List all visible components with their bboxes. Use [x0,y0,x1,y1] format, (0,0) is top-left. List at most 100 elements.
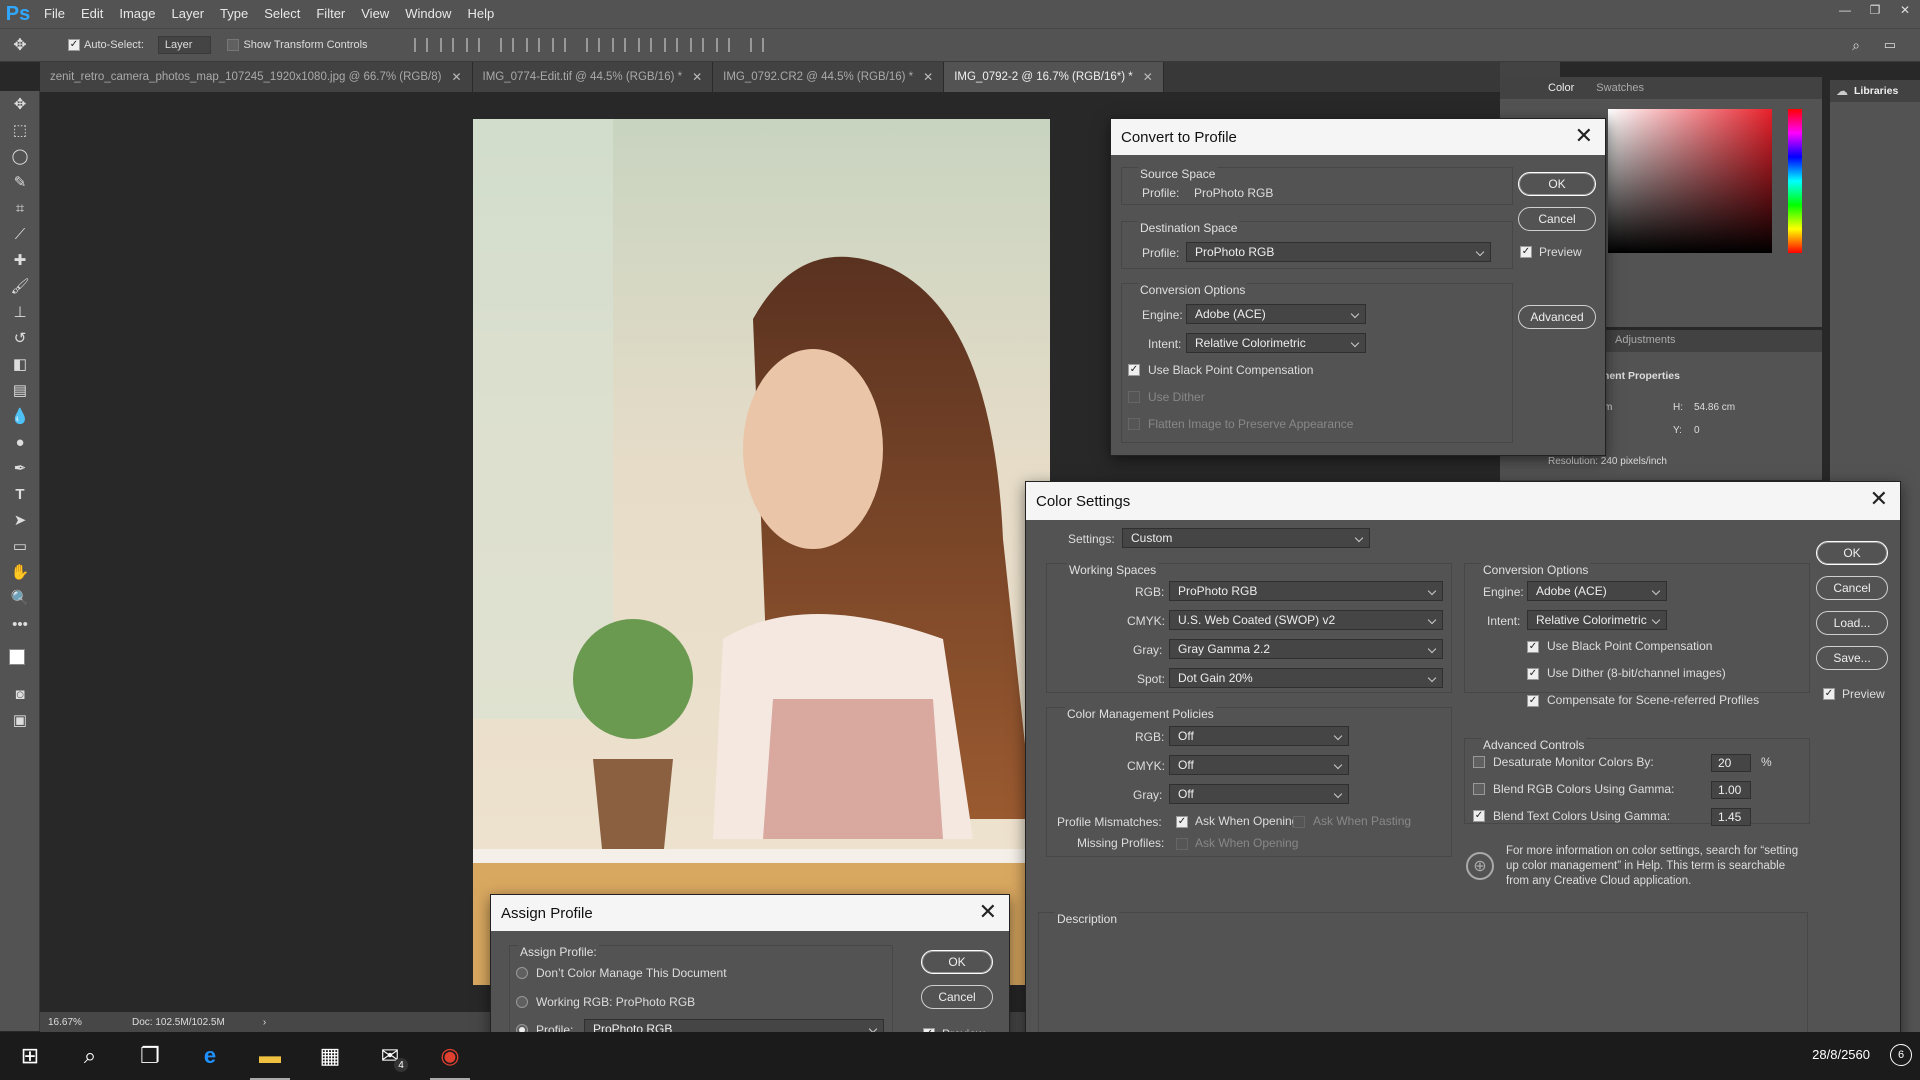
minimize-icon[interactable]: — [1830,0,1860,20]
notification-icon[interactable]: 6 [1890,1044,1912,1066]
tab-doc-1[interactable]: zenit_retro_camera_photos_map_107245_192… [40,62,473,92]
dont-manage-radio[interactable] [516,967,528,979]
cancel-button[interactable]: Cancel [1518,207,1596,231]
cs-engine-dropdown[interactable]: Adobe (ACE) [1527,581,1667,601]
cs-preview-checkbox[interactable]: ✓ [1823,688,1835,700]
settings-dropdown[interactable]: Custom [1122,528,1370,548]
align-bottom-icon[interactable] [465,38,480,52]
ask-pasting-checkbox[interactable] [1293,816,1305,828]
marquee-tool-icon[interactable]: ⬚ [0,117,40,143]
h-value[interactable]: 54.86 cm [1694,402,1735,413]
engine-dropdown[interactable]: Adobe (ACE) [1186,304,1366,324]
quick-mask-icon[interactable]: ◙ [0,681,40,707]
pen-tool-icon[interactable]: ✒ [0,455,40,481]
store-icon[interactable]: ▦ [300,1032,360,1080]
color-swatches[interactable] [0,637,39,681]
distribute-top-icon[interactable] [585,38,600,52]
align-hcenter-icon[interactable] [525,38,540,52]
load-button[interactable]: Load... [1816,611,1888,635]
distribute-vcenter-icon[interactable] [611,38,626,52]
auto-align-icon[interactable] [749,38,764,52]
menu-type[interactable]: Type [212,0,256,28]
search-icon[interactable]: ⌕ [1852,37,1860,54]
close-icon[interactable]: ✕ [692,70,702,84]
ok-button[interactable]: OK [1816,541,1888,565]
hand-tool-icon[interactable]: ✋ [0,559,40,585]
blend-text-input[interactable]: 1.45 [1711,808,1751,826]
zoom-level[interactable]: 16.67% [48,1017,118,1028]
eraser-tool-icon[interactable]: ◧ [0,351,40,377]
preview-checkbox[interactable]: ✓ [1520,246,1532,258]
cs-dither-checkbox[interactable]: ✓ [1527,668,1539,680]
search-icon[interactable]: ⌕ [60,1032,120,1080]
policy-rgb-dropdown[interactable]: Off [1169,726,1349,746]
distribute-hcenter-icon[interactable] [689,38,704,52]
cancel-button[interactable]: Cancel [921,985,993,1009]
move-tool-icon[interactable]: ✥ [0,91,40,117]
blur-tool-icon[interactable]: 💧 [0,403,40,429]
ask-opening-checkbox[interactable]: ✓ [1176,816,1188,828]
missing-ask-checkbox[interactable] [1176,838,1188,850]
close-icon[interactable]: ✕ [1870,488,1888,510]
policy-cmyk-dropdown[interactable]: Off [1169,755,1349,775]
screen-mode-icon[interactable]: ▣ [0,707,40,733]
distribute-bottom-icon[interactable] [637,38,652,52]
close-icon[interactable]: ✕ [451,70,461,84]
ok-button[interactable]: OK [921,950,993,974]
path-select-icon[interactable]: ➤ [0,507,40,533]
blend-rgb-checkbox[interactable] [1473,783,1485,795]
policy-gray-dropdown[interactable]: Off [1169,784,1349,804]
tab-adjustments[interactable]: Adjustments [1615,334,1676,346]
stamp-tool-icon[interactable]: ⊥ [0,299,40,325]
menu-image[interactable]: Image [111,0,163,28]
hue-slider[interactable] [1788,109,1802,253]
tab-doc-4[interactable]: IMG_0792-2 @ 16.7% (RGB/16*) * ✕ [944,62,1164,92]
tab-swatches[interactable]: Swatches [1596,82,1644,94]
dither-checkbox[interactable] [1128,391,1140,403]
tab-doc-3[interactable]: IMG_0792.CR2 @ 44.5% (RGB/16) * ✕ [713,62,945,92]
move-tool-icon[interactable]: ✥ [0,35,40,55]
close-icon[interactable]: ✕ [1143,70,1153,84]
auto-select-dropdown[interactable]: Layer [157,36,212,54]
lasso-tool-icon[interactable]: ◯ [0,143,40,169]
cs-intent-dropdown[interactable]: Relative Colorimetric [1527,610,1667,630]
foreground-color[interactable] [9,649,25,665]
more-tools-icon[interactable]: ••• [0,611,40,637]
cancel-button[interactable]: Cancel [1816,576,1888,600]
menu-help[interactable]: Help [459,0,502,28]
ws-cmyk-dropdown[interactable]: U.S. Web Coated (SWOP) v2 [1169,610,1443,630]
save-button[interactable]: Save... [1816,646,1888,670]
ws-spot-dropdown[interactable]: Dot Gain 20% [1169,668,1443,688]
crop-tool-icon[interactable]: ⌗ [0,195,40,221]
ws-gray-dropdown[interactable]: Gray Gamma 2.2 [1169,639,1443,659]
menu-view[interactable]: View [353,0,397,28]
quick-select-tool-icon[interactable]: ✎ [0,169,40,195]
ws-rgb-dropdown[interactable]: ProPhoto RGB [1169,581,1443,601]
blend-rgb-input[interactable]: 1.00 [1711,781,1751,799]
close-icon[interactable]: ✕ [1890,0,1920,20]
tab-doc-2[interactable]: IMG_0774-Edit.tif @ 44.5% (RGB/16) * ✕ [472,62,714,92]
brush-tool-icon[interactable]: 🖌 [0,273,40,299]
close-icon[interactable]: ✕ [1575,125,1593,147]
menu-window[interactable]: Window [397,0,459,28]
tab-libraries[interactable]: Libraries [1854,85,1898,97]
color-field[interactable] [1608,109,1772,253]
menu-edit[interactable]: Edit [73,0,111,28]
align-top-icon[interactable] [413,38,428,52]
rectangle-tool-icon[interactable]: ▭ [0,533,40,559]
eyedropper-tool-icon[interactable]: ⟋ [0,221,40,247]
dest-profile-dropdown[interactable]: ProPhoto RGB [1186,242,1491,262]
distribute-left-icon[interactable] [663,38,678,52]
chevron-right-icon[interactable]: › [263,1017,266,1028]
mail-icon[interactable]: ✉ 4 [360,1032,420,1080]
align-right-icon[interactable] [551,38,566,52]
ok-button[interactable]: OK [1518,172,1596,196]
close-icon[interactable]: ✕ [923,70,933,84]
flatten-checkbox[interactable] [1128,418,1140,430]
desat-input[interactable]: 20 [1711,754,1751,772]
blend-text-checkbox[interactable]: ✓ [1473,810,1485,822]
distribute-right-icon[interactable] [715,38,730,52]
bpc-checkbox[interactable]: ✓ [1128,364,1140,376]
menu-file[interactable]: File [36,0,73,28]
close-icon[interactable]: ✕ [979,901,997,923]
